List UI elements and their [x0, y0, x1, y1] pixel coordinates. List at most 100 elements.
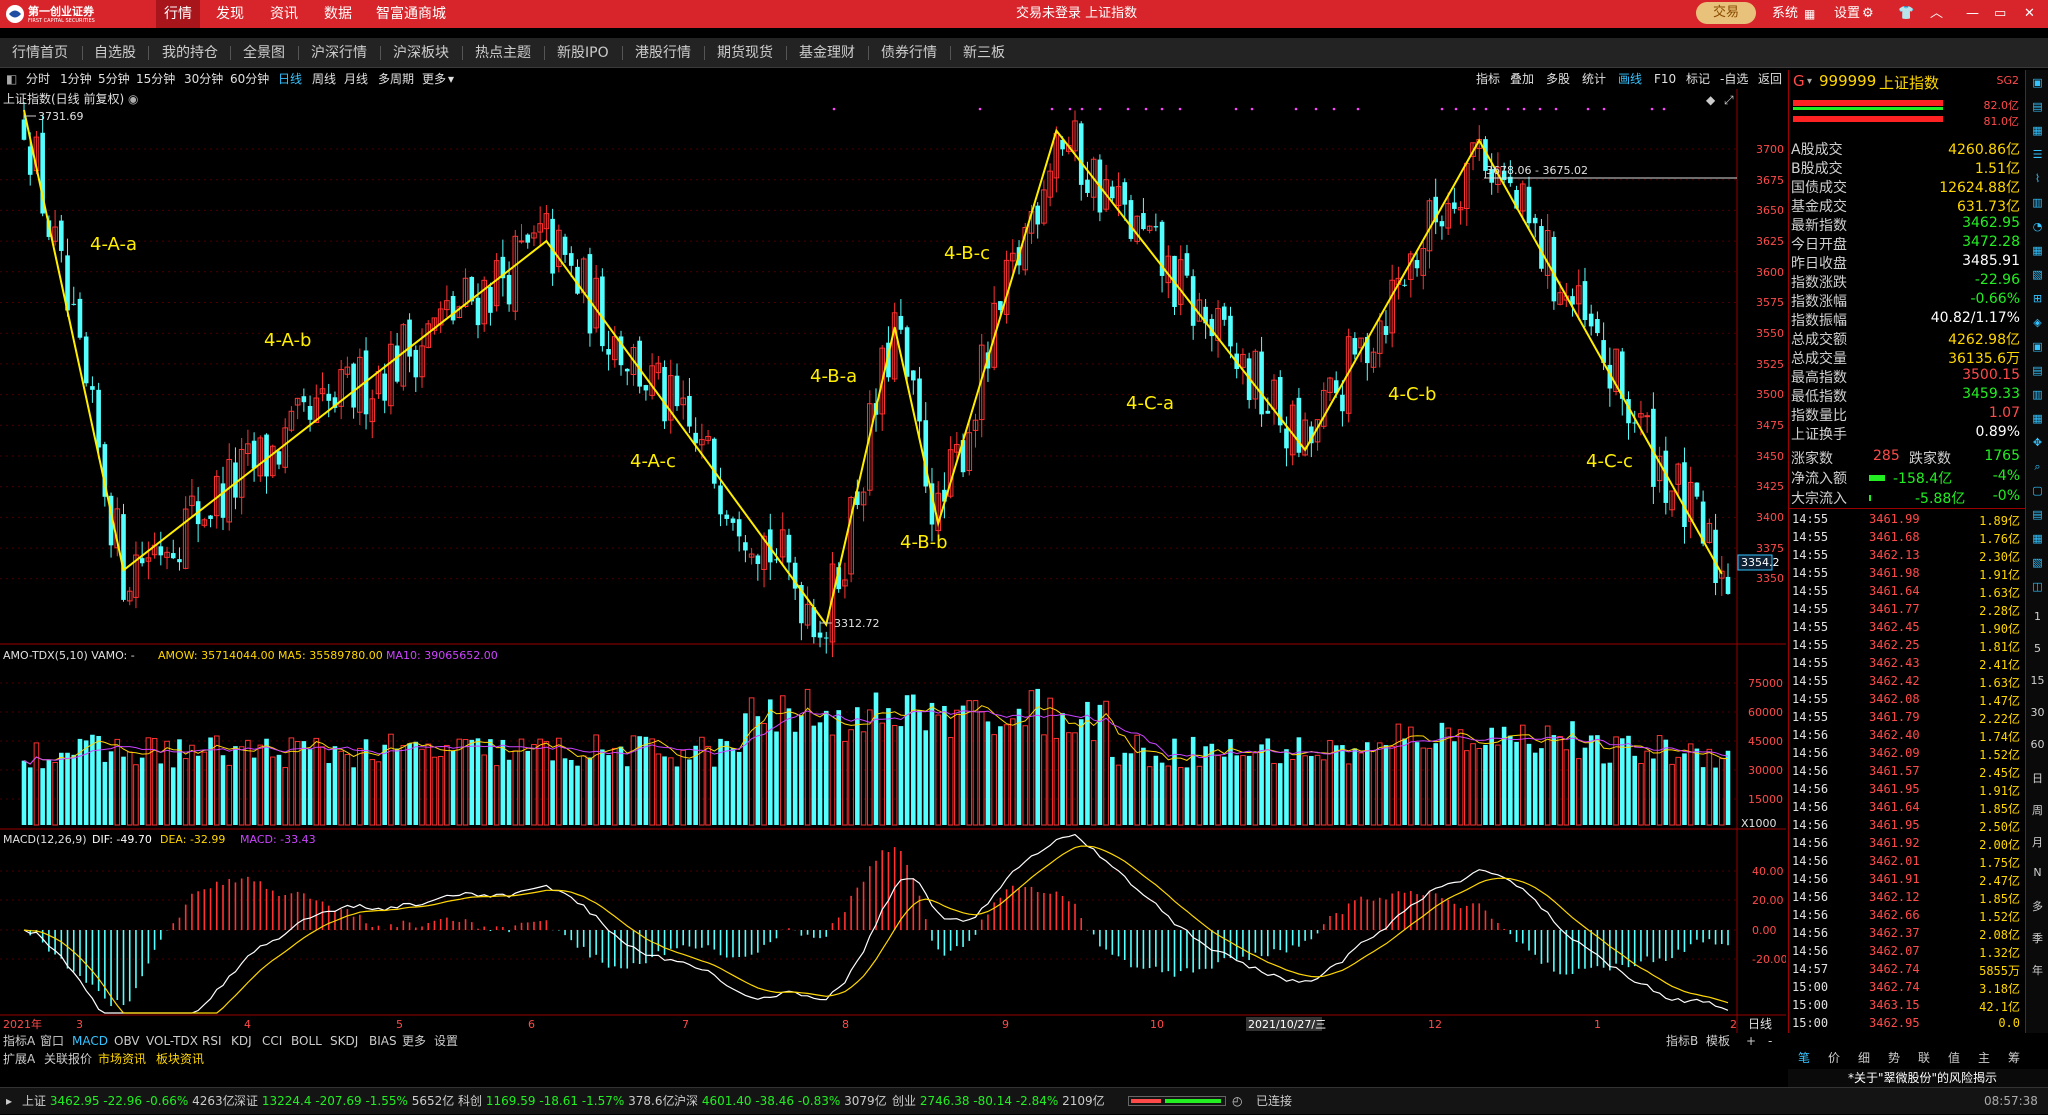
period-1m[interactable]: 1分钟	[60, 70, 92, 89]
status-home-icon[interactable]: ▸	[6, 1088, 12, 1115]
quote-tab-value[interactable]: 值	[1948, 1048, 1960, 1069]
strip-move-icon[interactable]: ✥	[2028, 436, 2047, 449]
strip-week[interactable]: 周	[2028, 802, 2047, 818]
strip-rsi-icon[interactable]: ▦	[2028, 412, 2047, 425]
nav-holdings[interactable]: 我的持仓	[162, 38, 218, 68]
nav-watchlist[interactable]: 自选股	[94, 38, 136, 68]
strip-cal-icon[interactable]: ▦	[2028, 532, 2047, 545]
tool-draw[interactable]: 画线	[1618, 70, 1642, 89]
indicator-tab-macd[interactable]: MACD	[72, 1033, 108, 1050]
period-more[interactable]: 更多	[422, 70, 446, 89]
period-month[interactable]: 月线	[344, 70, 368, 89]
strip-compare-icon[interactable]: ⊞	[2028, 292, 2047, 305]
period-tick[interactable]: 分时	[26, 70, 50, 89]
tool-indicator[interactable]: 指标	[1476, 70, 1500, 89]
gear-icon[interactable]: ⚙	[1862, 0, 1874, 28]
quote-tab-chips[interactable]: 筹	[2008, 1048, 2020, 1069]
strip-1m[interactable]: 1	[2028, 610, 2047, 623]
strip-line-icon[interactable]: ⌇	[2028, 172, 2047, 185]
grid-icon[interactable]: ▦	[1804, 7, 1815, 21]
nav-ipo[interactable]: 新股IPO	[557, 38, 609, 68]
strip-grid-icon[interactable]: ▦	[2028, 124, 2047, 137]
nav-home[interactable]: 行情首页	[12, 38, 68, 68]
menu-discover[interactable]: 发现	[216, 0, 244, 28]
nav-neeq[interactable]: 新三板	[963, 38, 1005, 68]
strip-chart-icon[interactable]: ▤	[2028, 100, 2047, 113]
quote-tab-trend[interactable]: 势	[1888, 1048, 1900, 1069]
chart-options-icon[interactable]: ◆	[1706, 93, 1716, 107]
nav-panorama[interactable]: 全景图	[243, 38, 285, 68]
system-menu[interactable]: 系统	[1772, 0, 1798, 28]
nav-hot-topics[interactable]: 热点主题	[475, 38, 531, 68]
tool-remove-watch[interactable]: -自选	[1720, 70, 1748, 89]
indicator-tab-b[interactable]: 指标B	[1666, 1033, 1698, 1050]
strip-note-icon[interactable]: ▧	[2028, 556, 2047, 569]
status-index[interactable]: 沪深 4601.40 -38.46 -0.83% 3079亿	[674, 1088, 887, 1115]
chevron-down-icon[interactable]: ▾	[448, 70, 454, 89]
quote-dropdown-icon[interactable]: ▾	[1807, 76, 1812, 87]
tool-multi[interactable]: 多股	[1546, 70, 1570, 89]
indicator-tab-settings[interactable]: 设置	[434, 1033, 458, 1050]
status-index[interactable]: 科创 1169.59 -18.61 -1.57% 378.6亿	[458, 1088, 674, 1115]
remove-pane-button[interactable]: -	[1768, 1033, 1772, 1050]
period-multi[interactable]: 多周期	[378, 70, 414, 89]
tool-overlay[interactable]: 叠加	[1510, 70, 1534, 89]
strip-box-icon[interactable]: ▢	[2028, 484, 2047, 497]
trade-button[interactable]: 交易	[1696, 2, 1756, 24]
strip-f10-icon[interactable]: ▤	[2028, 364, 2047, 377]
shirt-icon[interactable]: 👕	[1898, 0, 1914, 28]
quote-tab-linked[interactable]: 联	[1918, 1048, 1930, 1069]
status-index[interactable]: 深证 13224.4 -207.69 -1.55% 5652亿	[234, 1088, 454, 1115]
strip-watch-icon[interactable]: ▥	[2028, 388, 2047, 401]
status-index[interactable]: 创业 2746.38 -80.14 -2.84% 2109亿	[892, 1088, 1105, 1115]
period-30m[interactable]: 30分钟	[184, 70, 223, 89]
strip-bar-icon[interactable]: ▦	[2028, 244, 2047, 257]
strip-table-icon[interactable]: ▥	[2028, 196, 2047, 209]
tool-stats[interactable]: 统计	[1582, 70, 1606, 89]
strip-list-icon[interactable]: ☰	[2028, 148, 2047, 161]
indicator-tab-window[interactable]: 窗口	[40, 1033, 64, 1050]
indicator-tab-kdj[interactable]: KDJ	[231, 1033, 252, 1050]
nav-bonds[interactable]: 债券行情	[881, 38, 937, 68]
tool-back[interactable]: 返回	[1758, 70, 1782, 89]
indicator-tab-vol[interactable]: VOL-TDX	[146, 1033, 198, 1050]
settings-menu[interactable]: 设置	[1834, 0, 1860, 28]
minimize-icon[interactable]: —	[1966, 0, 1979, 28]
strip-30m[interactable]: 30	[2028, 706, 2047, 719]
strip-doc-icon[interactable]: ▧	[2028, 268, 2047, 281]
nav-funds[interactable]: 基金理财	[799, 38, 855, 68]
strip-n[interactable]: N	[2028, 866, 2047, 879]
nav-hs-market[interactable]: 沪深行情	[311, 38, 367, 68]
chart-maximize-icon[interactable]: ⤢	[1723, 93, 1734, 107]
indicator-tab-more[interactable]: 更多	[402, 1033, 426, 1050]
strip-pie-icon[interactable]: ◔	[2028, 220, 2047, 233]
add-pane-button[interactable]: +	[1746, 1033, 1756, 1050]
indicator-tab-bias[interactable]: BIAS	[369, 1033, 397, 1050]
ext-tab-a[interactable]: 扩展A	[3, 1051, 35, 1068]
status-index[interactable]: 上证 3462.95 -22.96 -0.66% 4263亿	[22, 1088, 235, 1115]
strip-60m[interactable]: 60	[2028, 738, 2047, 751]
period-day[interactable]: 日线	[278, 70, 302, 89]
period-15m[interactable]: 15分钟	[136, 70, 175, 89]
strip-15m[interactable]: 15	[2028, 674, 2047, 687]
strip-month[interactable]: 月	[2028, 834, 2047, 850]
ext-tab-market-news[interactable]: 市场资讯	[98, 1051, 146, 1068]
chart-title-dropdown-icon[interactable]: ◉	[128, 92, 138, 106]
ext-tab-related[interactable]: 关联报价	[44, 1051, 92, 1068]
tool-mark[interactable]: 标记	[1686, 70, 1710, 89]
risk-notice[interactable]: *关于"翠微股份"的风险揭示	[1788, 1069, 2048, 1087]
indicator-tab-obv[interactable]: OBV	[114, 1033, 140, 1050]
strip-cube-icon[interactable]: ◈	[2028, 316, 2047, 329]
indicator-tab-boll[interactable]: BOLL	[291, 1033, 322, 1050]
strip-year[interactable]: 年	[2028, 962, 2047, 978]
period-5m[interactable]: 5分钟	[98, 70, 130, 89]
sidebar-toggle-icon[interactable]: ◧	[6, 70, 17, 89]
nav-hk[interactable]: 港股行情	[635, 38, 691, 68]
menu-mall[interactable]: 智富通商城	[376, 0, 446, 28]
quote-tab-main[interactable]: 主	[1978, 1048, 1990, 1069]
nav-hs-sector[interactable]: 沪深板块	[393, 38, 449, 68]
tool-f10[interactable]: F10	[1654, 70, 1676, 89]
quote-tab-trades[interactable]: 笔	[1798, 1048, 1810, 1069]
indicator-tab-cci[interactable]: CCI	[262, 1033, 282, 1050]
strip-f-icon[interactable]: ▣	[2028, 76, 2047, 89]
